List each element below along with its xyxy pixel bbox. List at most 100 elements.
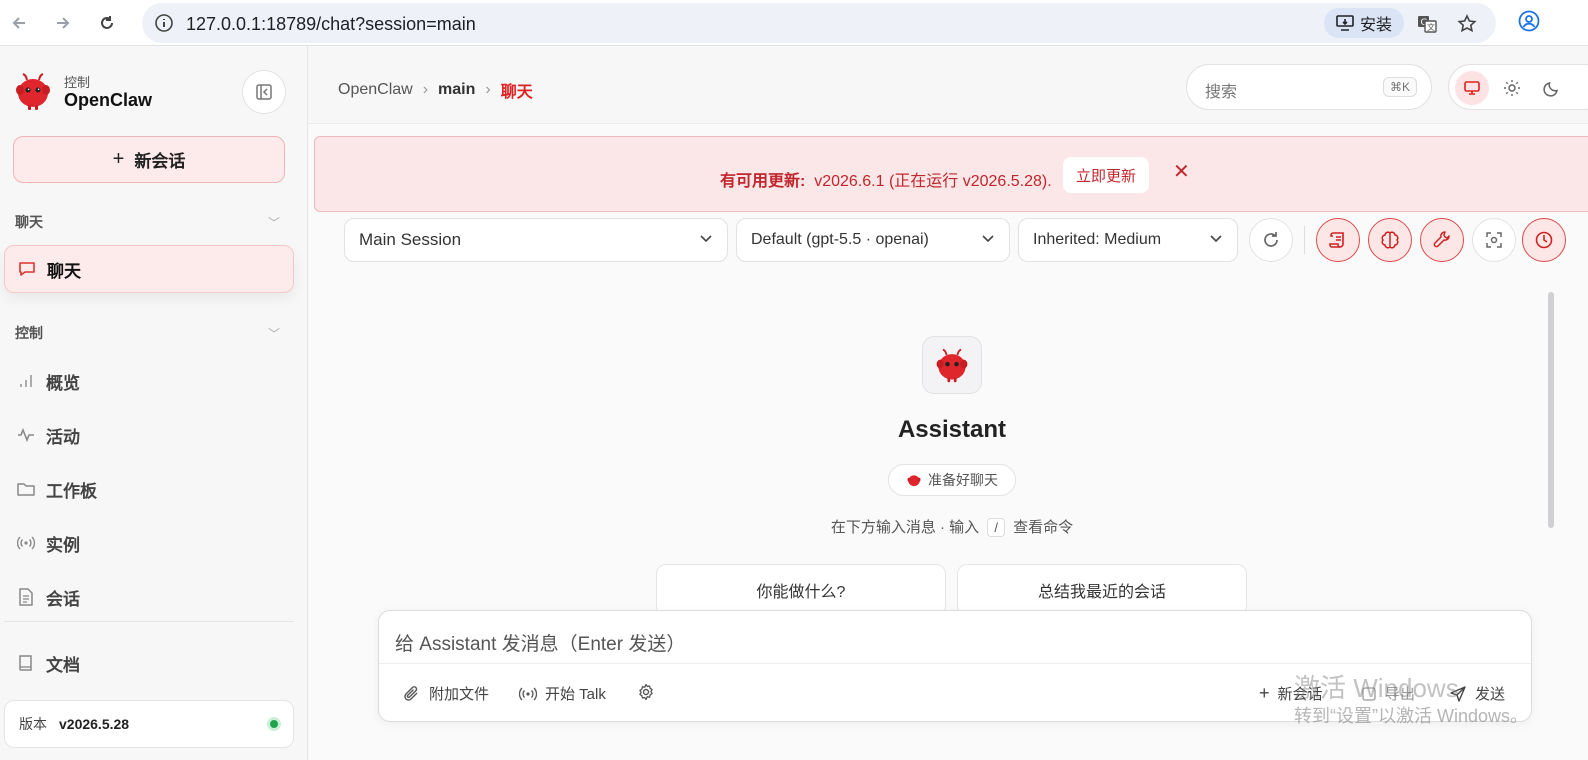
update-message: 有可用更新: v2026.6.1 (正在运行 v2026.5.28). (720, 173, 1052, 190)
monitor-icon (1464, 81, 1480, 95)
translate-icon[interactable]: G文 (1416, 13, 1438, 35)
radio-signal-icon (16, 533, 36, 553)
model-select[interactable]: Default (gpt-5.5 · openai) (736, 218, 1010, 262)
url-text: 127.0.0.1:18789/chat?session=main (186, 14, 476, 34)
sidebar-item-overview[interactable]: 概览 (4, 357, 294, 405)
search-shortcut-badge: ⌘K (1382, 77, 1417, 97)
chat-toolbar: Main Session Default (gpt-5.5 · openai) … (308, 218, 1588, 264)
reload-icon[interactable] (92, 8, 122, 38)
sidebar-item-label: 实例 (46, 535, 80, 555)
openclaw-mascot-icon (907, 475, 921, 487)
new-session-label: 新会话 (134, 152, 186, 171)
thinking-toggle-button[interactable] (1368, 218, 1412, 262)
model-select-value: Default (gpt-5.5 · openai) (751, 231, 929, 248)
chevron-down-icon[interactable]: ﹀ (268, 214, 280, 231)
openclaw-logo-icon (12, 70, 54, 112)
top-header: OpenClaw › main › 聊天 搜索 ⌘K (308, 46, 1588, 124)
sidebar-item-sessions[interactable]: 会话 (4, 573, 294, 621)
sidebar-item-label: 会话 (46, 589, 80, 609)
search-input[interactable]: 搜索 ⌘K (1186, 64, 1432, 110)
install-icon (1336, 15, 1354, 31)
suggestion-button[interactable]: 总结我最近的会话 (957, 564, 1247, 616)
theme-system-button[interactable] (1455, 71, 1489, 105)
breadcrumb-separator: › (422, 81, 429, 98)
slash-key: / (987, 518, 1005, 537)
breadcrumb-current: 聊天 (500, 84, 533, 101)
version-value: v2026.5.28 (59, 716, 130, 732)
update-banner: 有可用更新: v2026.6.1 (正在运行 v2026.5.28). 立即更新… (314, 136, 1588, 212)
composer-settings-button[interactable] (637, 683, 655, 701)
section-control-header[interactable]: 控制 (15, 323, 43, 343)
status-text: 准备好聊天 (928, 472, 998, 488)
chat-scrollbar[interactable] (1548, 292, 1554, 528)
moon-icon (1543, 82, 1558, 97)
site-info-icon[interactable] (154, 13, 174, 38)
sidebar-item-instances[interactable]: 实例 (4, 519, 294, 567)
profile-icon[interactable] (1518, 10, 1540, 32)
sidebar-divider (4, 621, 294, 622)
wrench-icon (1433, 231, 1450, 248)
chevron-down-icon (700, 235, 712, 243)
tools-button[interactable] (1420, 218, 1464, 262)
new-session-button[interactable]: + 新会话 (13, 136, 285, 183)
message-input[interactable]: 给 Assistant 发消息（Enter 发送） (395, 629, 685, 656)
bookmark-star-icon[interactable] (1456, 13, 1478, 35)
activity-pulse-icon (16, 425, 36, 445)
brand-name: OpenClaw (64, 90, 153, 110)
sidebar-item-docs[interactable]: 文档 (4, 639, 294, 687)
sidebar-item-label: 文档 (46, 655, 80, 675)
status-online-indicator (267, 717, 281, 731)
windows-activation-watermark: 激活 Windows (1294, 673, 1459, 703)
openclaw-mascot-icon (936, 348, 968, 383)
thinking-select-value: Inherited: Medium (1033, 231, 1162, 248)
scroll-icon (1329, 232, 1344, 248)
theme-switcher (1448, 64, 1588, 110)
refresh-icon (1264, 232, 1278, 247)
breadcrumb-agent[interactable]: main (438, 81, 475, 99)
update-now-button[interactable]: 立即更新 (1063, 157, 1149, 193)
theme-dark-button[interactable] (1535, 71, 1569, 105)
breadcrumb-separator: › (485, 81, 491, 98)
back-icon[interactable] (4, 8, 34, 38)
suggestion-button[interactable]: 你能做什么? (656, 564, 946, 616)
session-select-value: Main Session (359, 230, 462, 249)
section-chat-header[interactable]: 聊天 (15, 212, 43, 232)
sidebar-item-workboard[interactable]: 工作板 (4, 465, 294, 513)
main-area: OpenClaw › main › 聊天 搜索 ⌘K 有可用更新: v2026.… (308, 46, 1588, 760)
focus-mode-button[interactable] (1472, 218, 1516, 262)
thinking-level-select[interactable]: Inherited: Medium (1018, 218, 1238, 262)
talk-label: 开始 Talk (545, 686, 606, 703)
browser-toolbar: 127.0.0.1:18789/chat?session=main 安装 G文 (0, 0, 1588, 46)
sidebar: 控制 OpenClaw + 新会话 聊天 ﹀ 聊天 控制 ﹀ 概览 活动 工作板 (0, 46, 308, 760)
breadcrumb-root[interactable]: OpenClaw (338, 81, 413, 99)
attach-file-button[interactable]: 附加文件 (403, 683, 489, 704)
refresh-button[interactable] (1249, 218, 1293, 262)
session-select[interactable]: Main Session (344, 218, 728, 262)
windows-activation-hint: 转到“设置”以激活 Windows。 (1294, 706, 1529, 726)
sidebar-item-label: 工作板 (46, 481, 97, 501)
close-icon[interactable]: ✕ (1173, 159, 1190, 184)
brand-subtitle: 控制 (64, 75, 91, 90)
chevron-down-icon[interactable]: ﹀ (268, 325, 280, 342)
history-button[interactable] (1522, 218, 1566, 262)
breadcrumb: OpenClaw › main › 聊天 (338, 78, 533, 102)
transcript-button[interactable] (1316, 218, 1360, 262)
svg-text:文: 文 (1427, 22, 1435, 32)
document-icon (16, 587, 36, 607)
forward-icon[interactable] (48, 8, 78, 38)
sidebar-item-chat[interactable]: 聊天 (4, 245, 294, 293)
theme-light-button[interactable] (1495, 71, 1529, 105)
sidebar-item-activity[interactable]: 活动 (4, 411, 294, 459)
assistant-name: Assistant (897, 416, 1007, 443)
address-bar[interactable]: 127.0.0.1:18789/chat?session=main 安装 G文 (142, 3, 1496, 43)
sidebar-item-label: 聊天 (47, 261, 81, 281)
sidebar-item-label: 活动 (46, 427, 80, 447)
chevron-down-icon (1210, 235, 1222, 243)
attach-label: 附加文件 (429, 686, 490, 703)
install-app-button[interactable]: 安装 (1324, 8, 1404, 38)
sidebar-collapse-icon (256, 84, 272, 100)
radio-signal-icon (519, 687, 537, 700)
collapse-sidebar-button[interactable] (242, 70, 286, 114)
start-talk-button[interactable]: 开始 Talk (519, 683, 606, 704)
book-icon (16, 653, 36, 673)
